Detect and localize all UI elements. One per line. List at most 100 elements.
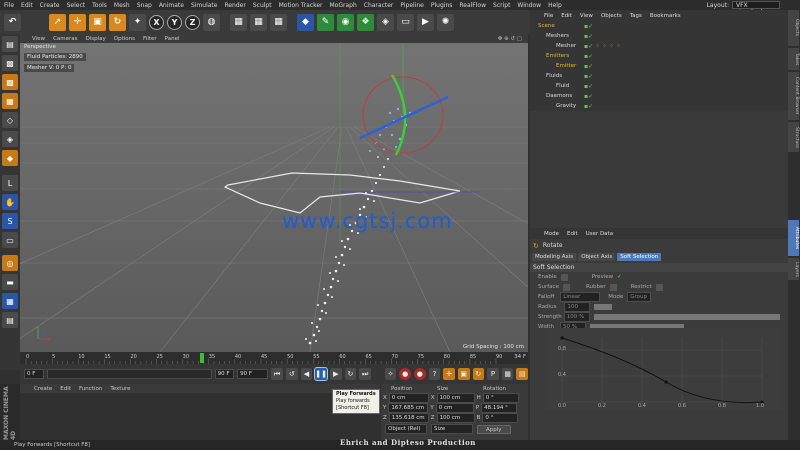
max-frame-field[interactable]: 90 F bbox=[237, 369, 269, 379]
visibility-check-icon[interactable]: ▪✓ bbox=[584, 33, 593, 40]
visibility-check-icon[interactable]: ▪✓ bbox=[584, 73, 593, 80]
tag-icons[interactable]: ⁘ ⁘ ⁘ ⁘ bbox=[595, 43, 621, 50]
material-menu-function[interactable]: Function bbox=[79, 386, 102, 392]
side-tab-content-browser[interactable]: Content Browser bbox=[788, 72, 799, 120]
rot-p-field[interactable]: 48.194 ° bbox=[481, 403, 518, 413]
rotate-tool-button[interactable]: ↻ bbox=[109, 13, 126, 31]
menu-snap[interactable]: Snap bbox=[137, 2, 152, 9]
prev-key-button[interactable]: ↺ bbox=[286, 368, 298, 380]
side-tab-takes[interactable]: Takes bbox=[788, 48, 799, 70]
om-menu-file[interactable]: File bbox=[544, 13, 553, 19]
render-view-button[interactable]: ▦ bbox=[230, 13, 247, 31]
side-tab-layers[interactable]: Layers bbox=[788, 258, 799, 280]
pos-z-field[interactable]: 135.618 cm bbox=[388, 413, 429, 423]
texture-mode-button[interactable]: ▩ bbox=[2, 74, 18, 90]
om-menu-view[interactable]: View bbox=[580, 13, 593, 19]
visibility-check-icon[interactable]: ▪✓ bbox=[584, 53, 593, 60]
rubber-checkbox[interactable] bbox=[609, 283, 617, 291]
tree-row[interactable]: Mesher ▪✓ ⁘ ⁘ ⁘ ⁘ bbox=[530, 41, 788, 51]
planar-workplane-button[interactable]: ▬ bbox=[2, 274, 18, 290]
start-frame-field[interactable]: 0 F bbox=[24, 369, 44, 379]
y-axis-button[interactable]: Y bbox=[167, 14, 182, 30]
size-y-field[interactable]: 0 cm bbox=[435, 403, 474, 413]
om-menu-tags[interactable]: Tags bbox=[630, 13, 642, 19]
grid-button[interactable]: ▦ bbox=[2, 293, 18, 309]
next-key-button[interactable]: ↻ bbox=[344, 368, 357, 380]
menu-motion-tracker[interactable]: Motion Tracker bbox=[279, 2, 323, 9]
render-picture-viewer-button[interactable]: ▦ bbox=[250, 13, 267, 31]
cube-button[interactable]: ◆ bbox=[297, 13, 314, 31]
polygons-mode-button[interactable]: ◆ bbox=[2, 150, 18, 166]
tree-row[interactable]: Fluids ▪✓ bbox=[530, 71, 788, 81]
tree-row[interactable]: Daemons ▪✓ bbox=[530, 91, 788, 101]
rotation-key-button[interactable]: ↻ bbox=[472, 368, 485, 380]
material-menu-create[interactable]: Create bbox=[34, 386, 52, 392]
coord-system-button[interactable]: ◍ bbox=[203, 13, 220, 31]
pla-key-button[interactable]: ▦ bbox=[501, 368, 514, 380]
make-editable-button[interactable]: ▤ bbox=[2, 36, 18, 52]
record-button[interactable]: ● bbox=[399, 368, 411, 380]
pos-y-field[interactable]: 167.685 cm bbox=[388, 403, 429, 413]
snap-button[interactable]: S bbox=[2, 213, 18, 229]
workplane-button[interactable]: ▦ bbox=[2, 93, 18, 109]
timeline-ruler[interactable]: 0 5 10 15 20 25 30 35 40 45 50 55 60 65 70 75 80 85 90 34 … bbox=[20, 352, 528, 364]
coord-size-select[interactable]: Size bbox=[431, 424, 473, 434]
curve-point[interactable] bbox=[560, 336, 564, 340]
move-tool-button[interactable]: ✛ bbox=[69, 13, 86, 31]
menu-edit[interactable]: Edit bbox=[21, 2, 33, 9]
falloff-curve[interactable] bbox=[561, 337, 763, 404]
viewport-3d[interactable]: Perspective Fluid Particles: 2890 Mesher… bbox=[20, 43, 528, 352]
prev-frame-button[interactable]: ◀ bbox=[300, 368, 313, 380]
tree-row[interactable]: Emitters ▪✓ bbox=[530, 51, 788, 61]
side-tab-attributes[interactable]: Attributes bbox=[788, 220, 799, 256]
material-menu-texture[interactable]: Texture bbox=[110, 386, 130, 392]
falloff-select[interactable]: Linear bbox=[560, 292, 601, 302]
tab-object-axis[interactable]: Object Axis bbox=[578, 253, 616, 261]
timeline-button[interactable]: ▤ bbox=[516, 368, 529, 380]
record-active-button[interactable]: ✧ bbox=[384, 368, 397, 380]
tree-row[interactable]: Meshers ▪✓ bbox=[530, 31, 788, 41]
tweak-mode-button[interactable]: ✋ bbox=[2, 194, 18, 210]
menu-script[interactable]: Script bbox=[493, 2, 510, 9]
menu-create[interactable]: Create bbox=[40, 2, 60, 9]
curve-point[interactable] bbox=[664, 380, 668, 384]
position-key-button[interactable]: ✛ bbox=[443, 368, 455, 380]
menu-sculpt[interactable]: Sculpt bbox=[253, 2, 272, 9]
strength-slider[interactable] bbox=[593, 314, 780, 320]
mode-select[interactable]: Group bbox=[627, 292, 652, 302]
autokey-button[interactable]: ● bbox=[413, 368, 426, 380]
pos-x-field[interactable]: 0 cm bbox=[388, 393, 429, 403]
tree-row[interactable]: Fluid ▪✓ bbox=[530, 81, 788, 91]
frame-range-slider[interactable] bbox=[46, 369, 212, 379]
nurbs-button[interactable]: ◉ bbox=[337, 13, 354, 31]
viewport-menu-filter[interactable]: Filter bbox=[143, 36, 157, 42]
workplane-settings-button[interactable]: ◎ bbox=[2, 255, 18, 271]
visibility-check-icon[interactable]: ▪✓ bbox=[584, 93, 593, 100]
radius-slider[interactable] bbox=[594, 304, 613, 310]
menu-realflow[interactable]: RealFlow bbox=[459, 2, 486, 9]
viewport-menu-options[interactable]: Options bbox=[114, 36, 135, 42]
solo-button[interactable]: ▤ bbox=[2, 312, 18, 328]
last-tool-button[interactable]: ✦ bbox=[129, 13, 146, 31]
axis-mode-button[interactable]: L bbox=[2, 175, 18, 191]
model-mode-button[interactable]: ▩ bbox=[2, 55, 18, 71]
menu-simulate[interactable]: Simulate bbox=[191, 2, 218, 9]
restrict-checkbox[interactable] bbox=[655, 283, 663, 291]
array-button[interactable]: ❖ bbox=[357, 13, 374, 31]
material-menu-edit[interactable]: Edit bbox=[60, 386, 71, 392]
viewport-menu-view[interactable]: View bbox=[32, 36, 45, 42]
play-forwards-button[interactable]: ❚❚ bbox=[314, 367, 328, 381]
undo-button[interactable]: ↶ bbox=[4, 13, 21, 31]
visibility-check-icon[interactable]: ▪✓ bbox=[584, 63, 593, 70]
menu-pipeline[interactable]: Pipeline bbox=[400, 2, 423, 9]
viewport-menu-panel[interactable]: Panel bbox=[165, 36, 180, 42]
surface-checkbox[interactable] bbox=[562, 283, 570, 291]
tree-row[interactable]: Emitter ▪✓ bbox=[530, 61, 788, 71]
camera-button[interactable]: ▶ bbox=[417, 13, 434, 31]
radius-field[interactable]: 100 cm bbox=[564, 302, 591, 319]
apply-button[interactable]: Apply bbox=[477, 424, 511, 434]
render-settings-button[interactable]: ▦ bbox=[270, 13, 287, 31]
visibility-check-icon[interactable]: ▪✓ bbox=[584, 23, 593, 30]
tree-row[interactable]: Scene ▪✓ bbox=[530, 21, 788, 31]
deformer-button[interactable]: ◈ bbox=[377, 13, 394, 31]
